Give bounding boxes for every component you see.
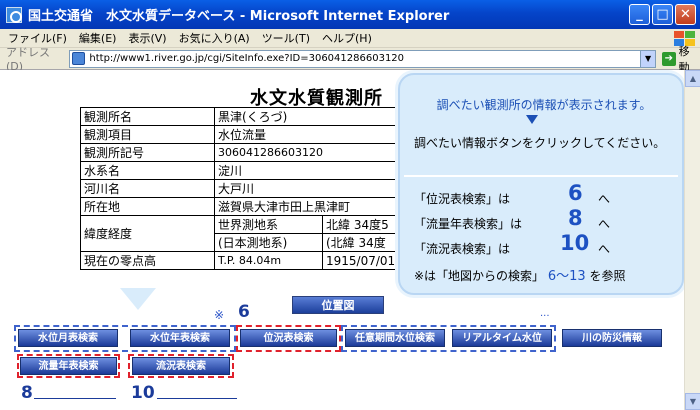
zero-point-value: T.P. 84.04m [214, 251, 323, 270]
callout-item-label: 「流況表検索」は [414, 242, 511, 256]
page-content: 水文水質観測所 観測所名 黒津(くろづ) 観測項目 水位流量 観測所記号 306… [0, 70, 684, 410]
callout-item-number: 6 [568, 181, 583, 205]
address-bar: アドレス(D) http://www1.river.go.jp/cgi/Site… [0, 45, 700, 74]
callout-divider [404, 175, 678, 177]
row-value: 黒津(くろづ) [214, 107, 413, 126]
table-row: 水系名 淀川 [80, 161, 413, 180]
menu-favorites[interactable]: お気に入り(A) [179, 30, 250, 46]
address-url: http://www1.river.go.jp/cgi/SiteInfo.exe… [89, 53, 405, 64]
arbitrary-period-stage-search-button[interactable]: 任意期間水位検索 [345, 329, 445, 347]
down-arrow-icon [526, 115, 538, 124]
table-row: 現在の零点高 T.P. 84.04m 1915/07/01 [80, 251, 413, 270]
address-input[interactable]: http://www1.river.go.jp/cgi/SiteInfo.exe… [69, 49, 657, 68]
callout-item-suffix: へ [598, 217, 611, 231]
latlon-world-datum: 世界測地系 [214, 215, 323, 234]
page-icon [72, 52, 86, 65]
step-6-label: 6 [238, 302, 250, 322]
internet-explorer-icon [6, 6, 22, 23]
row-value: 大戸川 [214, 179, 413, 198]
menu-help[interactable]: ヘルプ(H) [322, 30, 372, 46]
location-map-button[interactable]: 位置図 [292, 296, 384, 314]
close-button[interactable]: ✕ [675, 4, 696, 25]
maximize-button[interactable]: □ [652, 4, 673, 25]
scroll-down-icon[interactable]: ▼ [685, 393, 700, 410]
callout-note-range: 6〜13 [547, 269, 586, 284]
go-arrow-icon: ➔ [662, 51, 676, 66]
help-callout: 調べたい観測所の情報が表示されます。 調べたい情報ボタンをクリックしてください。… [398, 73, 684, 295]
table-row: 河川名 大戸川 [80, 179, 413, 198]
annual-stage-search-button[interactable]: 水位年表検索 [130, 329, 230, 347]
row-label: 観測所名 [80, 107, 215, 126]
menu-edit[interactable]: 編集(E) [79, 30, 117, 46]
table-row: 観測所記号 306041286603120 [80, 143, 413, 162]
realtime-stage-button[interactable]: リアルタイム水位 [452, 329, 552, 347]
callout-tail [120, 288, 156, 310]
callout-item-number: 8 [568, 206, 583, 230]
flow-status-search-button[interactable]: 流況表検索 [132, 357, 230, 375]
annual-flow-search-button[interactable]: 流量年表検索 [20, 357, 117, 375]
table-row: 所在地 滋賀県大津市田上黒津町 [80, 197, 413, 216]
callout-header: 調べたい観測所の情報が表示されます。 [436, 98, 652, 112]
stage-status-search-button[interactable]: 位況表検索 [240, 329, 337, 347]
row-label: 観測項目 [80, 125, 215, 144]
window-controls: _ □ ✕ [629, 4, 696, 25]
title-bar: 国土交通省 水文水質データベース - Microsoft Internet Ex… [0, 0, 700, 29]
address-label: アドレス(D) [6, 46, 50, 73]
row-value: 水位流量 [214, 125, 413, 144]
callout-note-prefix: ※は「地図からの検索」 [414, 269, 545, 283]
latlon-japan-datum: (日本測地系) [214, 233, 323, 252]
callout-instruction: 調べたい情報ボタンをクリックしてください。 [414, 136, 666, 150]
menu-tools[interactable]: ツール(T) [262, 30, 310, 46]
row-value: 306041286603120 [214, 143, 413, 162]
latlon-label: 緯度経度 [80, 215, 215, 252]
step-10-leader-line [157, 398, 237, 399]
station-info-table: 観測所名 黒津(くろづ) 観測項目 水位流量 観測所記号 30604128660… [80, 107, 413, 270]
step-8-leader-line [34, 398, 116, 399]
callout-note: ※は「地図からの検索」 6〜13 を参照 [414, 265, 626, 284]
row-label: 河川名 [80, 179, 215, 198]
window-title: 国土交通省 水文水質データベース - Microsoft Internet Ex… [28, 9, 450, 24]
callout-item-suffix: へ [598, 242, 611, 256]
row-label: 所在地 [80, 197, 215, 216]
row-value: 淀川 [214, 161, 413, 180]
table-row: 観測項目 水位流量 [80, 125, 413, 144]
menu-bar: ファイル(F) 編集(E) 表示(V) お気に入り(A) ツール(T) ヘルプ(… [0, 29, 700, 48]
callout-item-label: 「位況表検索」は [414, 192, 511, 206]
callout-item-number: 10 [560, 231, 590, 255]
step-10-label: 10 [131, 383, 155, 403]
table-row: 観測所名 黒津(くろづ) [80, 107, 413, 126]
row-label: 観測所記号 [80, 143, 215, 162]
monthly-stage-search-button[interactable]: 水位月表検索 [18, 329, 118, 347]
callout-item-suffix: へ [598, 192, 611, 206]
asterisk-mark: ※ [214, 308, 225, 322]
callout-item-label: 「流量年表検索」は [414, 217, 523, 231]
dots-mark: ... [540, 308, 550, 319]
table-row: 緯度経度 世界測地系 北緯 34度5 [80, 215, 413, 252]
menu-view[interactable]: 表示(V) [128, 30, 166, 46]
callout-note-suffix: を参照 [589, 269, 626, 283]
vertical-scrollbar[interactable]: ▲ ▼ [684, 70, 700, 410]
scroll-up-icon[interactable]: ▲ [685, 70, 700, 87]
river-disaster-info-button[interactable]: 川の防災情報 [562, 329, 662, 347]
minimize-button[interactable]: _ [629, 4, 650, 25]
zero-point-label: 現在の零点高 [80, 251, 215, 270]
address-dropdown-icon[interactable]: ▼ [640, 50, 656, 67]
row-label: 水系名 [80, 161, 215, 180]
step-8-label: 8 [21, 383, 33, 403]
row-value: 滋賀県大津市田上黒津町 [214, 197, 413, 216]
